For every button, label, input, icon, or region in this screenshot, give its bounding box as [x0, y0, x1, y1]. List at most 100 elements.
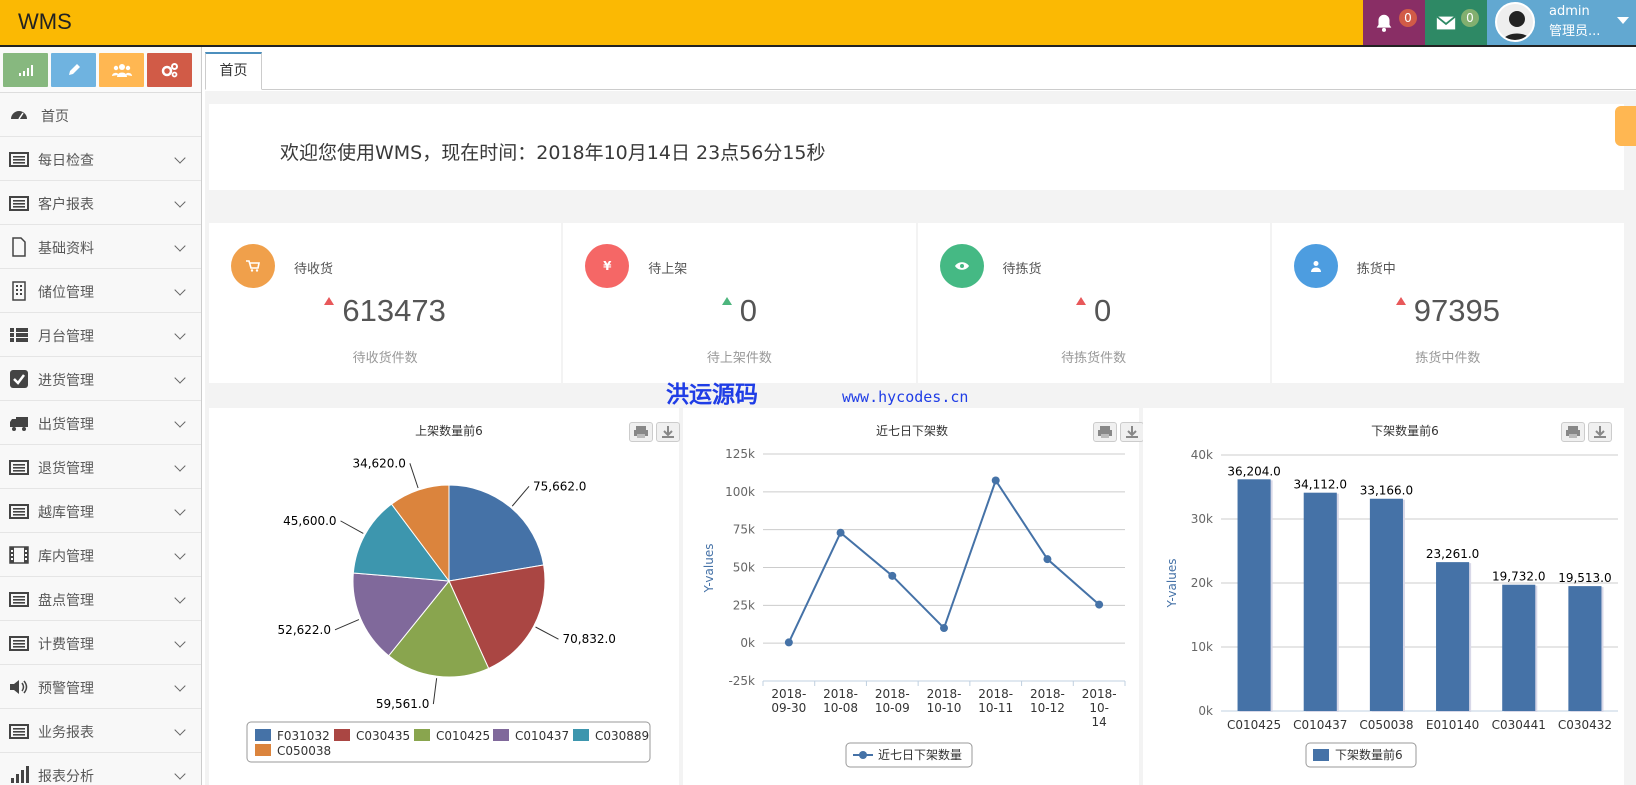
- y-axis-label: Y-values: [1165, 559, 1179, 609]
- cart-icon: [246, 260, 260, 272]
- stat-value: 613473: [209, 293, 561, 329]
- bar-signal-icon: [9, 765, 29, 785]
- sidebar-item-13[interactable]: 预警管理: [0, 665, 201, 709]
- y-tick-label: 50k: [733, 561, 755, 575]
- chart-title: 近七日下架数: [876, 423, 948, 438]
- y-tick-label: 20k: [1191, 576, 1213, 590]
- building-icon: [9, 281, 29, 301]
- cogs-icon: [161, 63, 178, 78]
- sidebar-item-6[interactable]: 进货管理: [0, 357, 201, 401]
- stat-subtitle: 拣货中件数: [1415, 351, 1481, 366]
- bar-data-label: 34,112.0: [1294, 478, 1347, 492]
- messages-button[interactable]: 0: [1425, 0, 1487, 45]
- tab-home[interactable]: 首页: [205, 52, 262, 90]
- notifications-button[interactable]: 0: [1363, 0, 1425, 45]
- stat-subtitle: 待上架件数: [706, 351, 772, 366]
- stat-value: 0: [918, 293, 1270, 329]
- pie-label-connector: [535, 626, 559, 640]
- legend-item: F031032: [277, 729, 330, 743]
- stat-title: 拣货中: [1356, 262, 1396, 277]
- chevron-down-icon: [174, 416, 186, 428]
- shortcut-pencil-button[interactable]: [51, 53, 96, 87]
- volume-icon: [9, 677, 29, 697]
- yen-icon: ¥: [603, 259, 612, 273]
- sidebar-item-label: 业务报表: [38, 725, 94, 741]
- sidebar-item-10[interactable]: 库内管理: [0, 533, 201, 577]
- truck-icon: [9, 413, 29, 433]
- pie-label-connector: [409, 463, 419, 489]
- user-menu[interactable]: admin 管理员...: [1487, 0, 1636, 45]
- sidebar-item-12[interactable]: 计费管理: [0, 621, 201, 665]
- chevron-down-icon: [174, 504, 186, 516]
- sidebar-item-label: 进货管理: [38, 373, 94, 389]
- legend-swatch: [414, 729, 430, 741]
- x-tick-label: 2018-09-30: [771, 687, 806, 715]
- line-point: [784, 638, 793, 647]
- welcome-panel: 欢迎您使用WMS，现在时间：2018年10月14日 23点56分15秒: [209, 104, 1624, 190]
- brand-logo[interactable]: WMS: [18, 9, 72, 35]
- legend-marker: [859, 751, 867, 759]
- sidebar-item-15[interactable]: 报表分析: [0, 753, 201, 785]
- sidebar-item-5[interactable]: 月台管理: [0, 313, 201, 357]
- top-navbar: WMS 0 0 admin 管理员...: [0, 0, 1636, 47]
- sidebar-item-2[interactable]: 客户报表: [0, 181, 201, 225]
- stat-value: 0: [563, 293, 915, 329]
- shortcut-users-button[interactable]: [99, 53, 144, 87]
- bar-data-label: 19,732.0: [1492, 570, 1545, 584]
- bar: [1436, 562, 1470, 711]
- eye-icon: [954, 262, 969, 270]
- bar: [1237, 479, 1271, 711]
- x-tick-label: 2018-10-09: [875, 687, 910, 715]
- sidebar-item-4[interactable]: 储位管理: [0, 269, 201, 313]
- line-chart-panel: 近七日下架数 -25k 0k 25k 50k 75k 100k 125k Y-values 201…: [683, 408, 1144, 785]
- sidebar-item-11[interactable]: 盘点管理: [0, 577, 201, 621]
- list-icon: [9, 501, 29, 521]
- arrow-up-icon: [721, 297, 732, 305]
- legend-swatch: [255, 744, 271, 756]
- pie-data-label: 34,620.0: [352, 456, 405, 470]
- sidebar-item-14[interactable]: 业务报表: [0, 709, 201, 753]
- pie-data-label: 52,622.0: [278, 623, 331, 637]
- x-tick-label: 2018-10-10: [927, 687, 962, 715]
- pie-slice: [448, 484, 545, 582]
- chevron-down-icon: [174, 548, 186, 560]
- sidebar-item-label: 越库管理: [38, 505, 94, 521]
- sidebar-item-0[interactable]: 首页: [0, 93, 201, 137]
- sidebar-item-label: 盘点管理: [38, 593, 94, 609]
- sidebar-item-label: 库内管理: [38, 549, 94, 565]
- arrow-up-icon: [1395, 297, 1406, 305]
- stat-subtitle: 待收货件数: [352, 351, 418, 366]
- legend-swatch: [255, 729, 271, 741]
- arrow-up-icon: [324, 297, 335, 305]
- legend-item: 下架数量前6: [1335, 747, 1403, 762]
- sidebar-item-8[interactable]: 退货管理: [0, 445, 201, 489]
- list-icon: [9, 149, 29, 169]
- sidebar-item-1[interactable]: 每日检查: [0, 137, 201, 181]
- shortcut-cogs-button[interactable]: [147, 53, 192, 87]
- line-point: [1043, 555, 1052, 564]
- x-tick-label: C030441: [1492, 718, 1546, 732]
- sidebar-item-label: 退货管理: [38, 461, 94, 477]
- welcome-text: 欢迎您使用WMS，现在时间：2018年10月14日 23点56分15秒: [280, 142, 826, 164]
- legend-item: C030889: [595, 729, 649, 743]
- sidebar-item-7[interactable]: 出货管理: [0, 401, 201, 445]
- pie-chart: 上架数量前6 75,662.0 70,832.0 59,561.0 52,622.0 45…: [246, 423, 651, 763]
- sidebar-item-9[interactable]: 越库管理: [0, 489, 201, 533]
- pie-label-connector: [511, 485, 530, 507]
- list-icon: [9, 633, 29, 653]
- users-icon: [111, 64, 132, 77]
- list-icon: [9, 721, 29, 741]
- legend-item: C010437: [515, 729, 569, 743]
- bell-icon: [1376, 14, 1392, 32]
- sidebar-item-3[interactable]: 基础资料: [0, 225, 201, 269]
- sidebar-item-label: 计费管理: [38, 637, 94, 653]
- bar-data-label: 23,261.0: [1426, 547, 1479, 561]
- shortcut-signal-button[interactable]: [3, 53, 48, 87]
- tab-bar: 首页: [205, 49, 1636, 90]
- pie-data-label: 75,662.0: [533, 479, 586, 493]
- stat-title: 待拣货: [1002, 262, 1042, 277]
- arrow-up-icon: [1076, 297, 1086, 305]
- line-point: [940, 624, 948, 633]
- bar-chart-panel: 下架数量前6 0k 10k 20k 30k 40k Y-values 36,204.0 C010…: [1143, 408, 1624, 785]
- settings-toggle-button[interactable]: [1615, 106, 1636, 146]
